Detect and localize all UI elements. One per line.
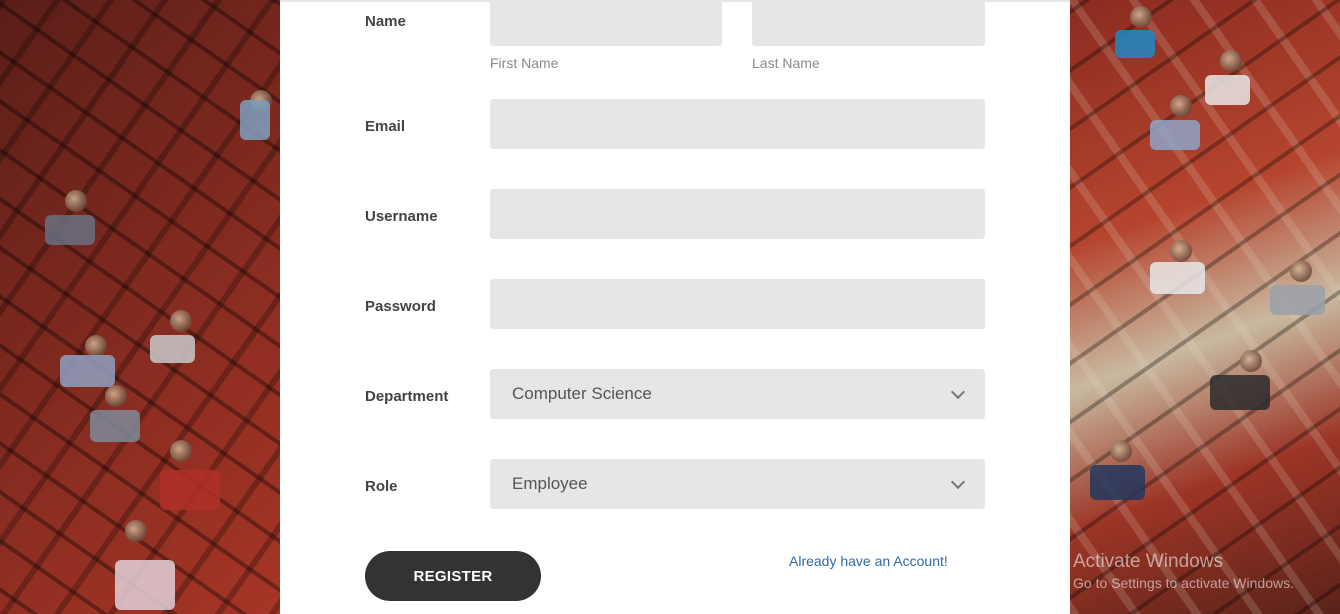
watermark-title: Activate Windows xyxy=(1073,551,1223,572)
label-department: Department xyxy=(365,388,449,405)
label-role: Role xyxy=(365,478,398,495)
department-select[interactable]: Computer Science xyxy=(490,369,985,419)
registration-panel: Name First Name Last Name Email Username… xyxy=(280,0,1070,614)
background-photo-right xyxy=(1070,0,1340,614)
first-name-hint: First Name xyxy=(490,55,559,71)
role-select[interactable]: Employee xyxy=(490,459,985,509)
email-input[interactable] xyxy=(490,99,985,149)
password-input[interactable] xyxy=(490,279,985,329)
last-name-hint: Last Name xyxy=(752,55,820,71)
label-name: Name xyxy=(365,13,406,30)
chevron-down-icon xyxy=(950,474,966,490)
activate-windows-watermark: Activate Windows Go to Settings to activ… xyxy=(1073,551,1294,591)
background-photo-left xyxy=(0,0,280,614)
last-name-input[interactable] xyxy=(752,0,985,46)
login-link[interactable]: Already have an Account! xyxy=(789,553,948,569)
chevron-down-icon xyxy=(950,384,966,400)
label-password: Password xyxy=(365,298,436,315)
role-selected: Employee xyxy=(512,474,588,493)
username-input[interactable] xyxy=(490,189,985,239)
label-email: Email xyxy=(365,118,406,135)
register-button[interactable]: REGISTER xyxy=(365,551,541,601)
first-name-input[interactable] xyxy=(490,0,722,46)
watermark-subtitle: Go to Settings to activate Windows. xyxy=(1073,575,1294,591)
department-selected: Computer Science xyxy=(512,384,652,403)
label-username: Username xyxy=(365,208,438,225)
